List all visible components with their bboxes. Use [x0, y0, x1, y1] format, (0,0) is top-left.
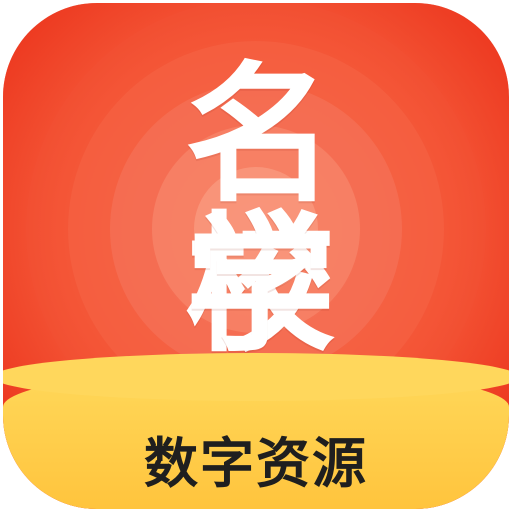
app-icon: 名校 学习 数字资源 — [3, 3, 509, 509]
app-icon-container: 名校 学习 数字资源 — [0, 0, 512, 512]
subtitle-text: 数字资源 — [144, 432, 368, 495]
